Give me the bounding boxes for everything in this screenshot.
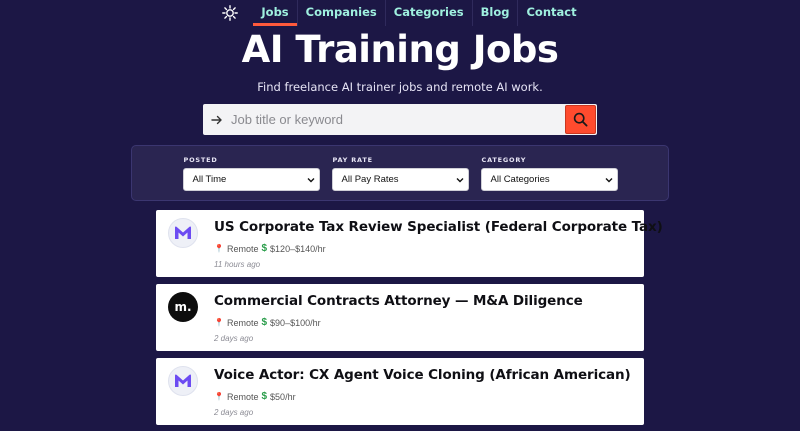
job-meta: 📍 Remote $ $50/hr (214, 391, 296, 402)
filter-posted: POSTED All Time (182, 156, 320, 200)
job-posted: 2 days ago (214, 334, 254, 343)
location-pin-icon: 📍 (214, 392, 224, 401)
job-pay: $120–$140/hr (270, 243, 326, 254)
job-card[interactable]: Voice Actor: CX Agent Voice Cloning (Afr… (156, 358, 644, 425)
pay-rate-select[interactable]: All Pay Rates (331, 168, 469, 191)
nav-companies[interactable]: Companies (298, 0, 386, 26)
job-card[interactable]: US Corporate Tax Review Specialist (Fede… (156, 210, 663, 277)
job-meta: 📍 Remote $ $90–$100/hr (214, 317, 321, 328)
company-logo-m (168, 218, 198, 248)
location-pin-icon: 📍 (214, 318, 224, 327)
location-pin-icon: 📍 (214, 244, 224, 253)
filter-category: CATEGORY All Categories (480, 156, 618, 200)
dollar-icon: $ (261, 317, 268, 328)
job-location: Remote (226, 243, 259, 254)
job-list: US Corporate Tax Review Specialist (Fede… (156, 210, 663, 431)
job-posted: 2 days ago (214, 408, 254, 417)
chevron-down-icon (605, 177, 612, 182)
dollar-icon: $ (261, 391, 268, 402)
job-meta: 📍 Remote $ $120–$140/hr (214, 243, 326, 254)
job-title[interactable]: Voice Actor: CX Agent Voice Cloning (Afr… (214, 367, 634, 383)
top-nav: Jobs Companies Categories Blog Contact (0, 0, 800, 26)
filter-panel: POSTED All Time PAY RATE All Pay Rates C… (131, 145, 669, 201)
nav-categories[interactable]: Categories (386, 0, 473, 26)
select-value: All Time (192, 174, 227, 185)
arrow-right-icon (203, 115, 231, 125)
filter-pay-rate: PAY RATE All Pay Rates (331, 156, 469, 200)
filter-label: CATEGORY (481, 156, 527, 164)
nav-bar: Jobs Companies Categories Blog Contact (215, 0, 584, 26)
job-title[interactable]: Commercial Contracts Attorney — M&A Dili… (214, 293, 634, 309)
job-posted: 11 hours ago (214, 260, 261, 269)
job-pay: $50/hr (270, 391, 296, 402)
filter-label: POSTED (183, 156, 218, 164)
search-input[interactable] (231, 104, 565, 135)
page-subtitle: Find freelance AI trainer jobs and remot… (257, 80, 543, 94)
search-bar (203, 104, 597, 135)
logo-text: m. (174, 300, 192, 314)
job-location: Remote (226, 317, 259, 328)
nav-blog[interactable]: Blog (473, 0, 519, 26)
job-pay: $90–$100/hr (270, 317, 321, 328)
nav-contact[interactable]: Contact (518, 0, 584, 26)
category-select[interactable]: All Categories (480, 168, 618, 191)
filter-label: PAY RATE (332, 156, 373, 164)
sun-gear-icon[interactable] (215, 0, 245, 26)
chevron-down-icon (456, 177, 463, 182)
select-value: All Categories (490, 174, 550, 185)
job-title[interactable]: US Corporate Tax Review Specialist (Fede… (214, 219, 663, 235)
posted-select[interactable]: All Time (182, 168, 320, 191)
company-logo-m-dot: m. (168, 292, 198, 322)
page-title: AI Training Jobs (241, 28, 559, 71)
job-card[interactable]: m. Commercial Contracts Attorney — M&A D… (156, 284, 644, 351)
company-logo-m (168, 366, 198, 396)
dollar-icon: $ (261, 243, 268, 254)
nav-jobs[interactable]: Jobs (253, 0, 298, 26)
chevron-down-icon (307, 177, 314, 182)
search-icon (573, 112, 588, 127)
search-button[interactable] (565, 105, 596, 134)
select-value: All Pay Rates (341, 174, 399, 185)
job-location: Remote (226, 391, 259, 402)
